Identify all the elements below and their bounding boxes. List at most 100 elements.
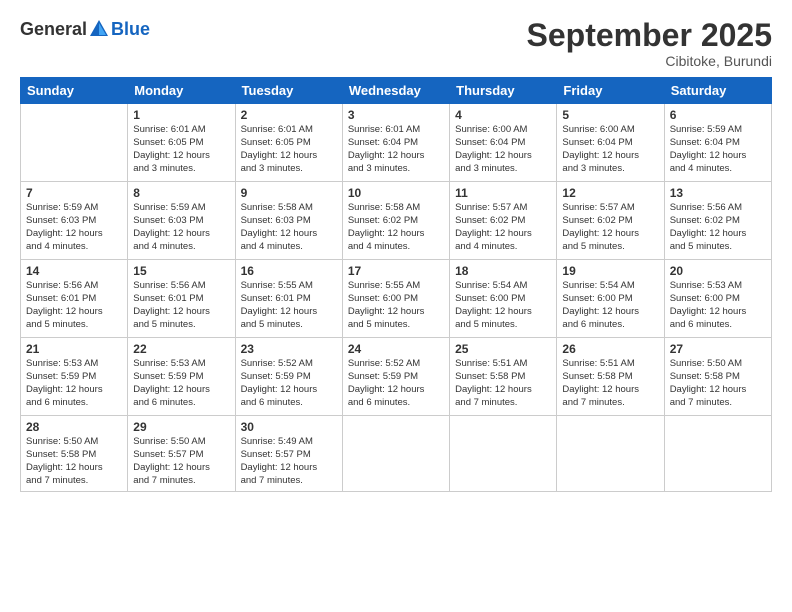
day-number: 16 <box>241 264 337 278</box>
table-row <box>557 416 664 492</box>
day-number: 25 <box>455 342 551 356</box>
table-row: 7 Sunrise: 5:59 AMSunset: 6:03 PMDaylight… <box>21 182 128 260</box>
day-info: Sunrise: 5:50 AMSunset: 5:58 PMDaylight:… <box>670 358 766 409</box>
table-row: 5 Sunrise: 6:00 AMSunset: 6:04 PMDaylight… <box>557 104 664 182</box>
logo-text: General Blue <box>20 18 150 40</box>
day-info: Sunrise: 5:56 AMSunset: 6:01 PMDaylight:… <box>26 280 122 331</box>
day-number: 26 <box>562 342 658 356</box>
day-info: Sunrise: 5:58 AMSunset: 6:02 PMDaylight:… <box>348 202 444 253</box>
day-info: Sunrise: 6:01 AMSunset: 6:04 PMDaylight:… <box>348 124 444 175</box>
day-info: Sunrise: 5:54 AMSunset: 6:00 PMDaylight:… <box>562 280 658 331</box>
header-tuesday: Tuesday <box>235 78 342 104</box>
table-row: 15 Sunrise: 5:56 AMSunset: 6:01 PMDayligh… <box>128 260 235 338</box>
calendar-page: General Blue September 2025 Cibitoke, Bu… <box>0 0 792 612</box>
calendar-header-row: Sunday Monday Tuesday Wednesday Thursday… <box>21 78 772 104</box>
day-info: Sunrise: 5:53 AMSunset: 5:59 PMDaylight:… <box>133 358 229 409</box>
day-info: Sunrise: 5:56 AMSunset: 6:01 PMDaylight:… <box>133 280 229 331</box>
table-row: 16 Sunrise: 5:55 AMSunset: 6:01 PMDayligh… <box>235 260 342 338</box>
logo-general: General <box>20 19 87 40</box>
month-title: September 2025 <box>527 18 772 53</box>
table-row: 4Sunrise: 6:00 AMSunset: 6:04 PMDaylight… <box>450 104 557 182</box>
day-number: 28 <box>26 420 122 434</box>
day-number: 18 <box>455 264 551 278</box>
table-row: 12Sunrise: 5:57 AMSunset: 6:02 PMDayligh… <box>557 182 664 260</box>
day-info: Sunrise: 5:52 AMSunset: 5:59 PMDaylight:… <box>241 358 337 409</box>
table-row: 9 Sunrise: 5:58 AMSunset: 6:03 PMDaylight… <box>235 182 342 260</box>
day-number: 11 <box>455 186 551 200</box>
day-number: 14 <box>26 264 122 278</box>
day-info: Sunrise: 5:54 AMSunset: 6:00 PMDaylight:… <box>455 280 551 331</box>
day-number: 27 <box>670 342 766 356</box>
day-number: 6 <box>670 108 766 122</box>
table-row: 24Sunrise: 5:52 AMSunset: 5:59 PMDayligh… <box>342 338 449 416</box>
calendar-week-row: 7 Sunrise: 5:59 AMSunset: 6:03 PMDaylight… <box>21 182 772 260</box>
day-info: Sunrise: 5:59 AMSunset: 6:03 PMDaylight:… <box>133 202 229 253</box>
header: General Blue September 2025 Cibitoke, Bu… <box>20 18 772 69</box>
day-info: Sunrise: 5:50 AMSunset: 5:58 PMDaylight:… <box>26 436 122 487</box>
day-number: 13 <box>670 186 766 200</box>
table-row: 26 Sunrise: 5:51 AMSunset: 5:58 PMDayligh… <box>557 338 664 416</box>
table-row: 18 Sunrise: 5:54 AMSunset: 6:00 PMDayligh… <box>450 260 557 338</box>
logo: General Blue <box>20 18 150 40</box>
calendar-week-row: 21 Sunrise: 5:53 AMSunset: 5:59 PMDayligh… <box>21 338 772 416</box>
day-info: Sunrise: 5:57 AMSunset: 6:02 PMDaylight:… <box>455 202 551 253</box>
table-row: 11 Sunrise: 5:57 AMSunset: 6:02 PMDayligh… <box>450 182 557 260</box>
day-number: 9 <box>241 186 337 200</box>
header-wednesday: Wednesday <box>342 78 449 104</box>
table-row: 29Sunrise: 5:50 AMSunset: 5:57 PMDayligh… <box>128 416 235 492</box>
day-number: 2 <box>241 108 337 122</box>
table-row: 28 Sunrise: 5:50 AMSunset: 5:58 PMDayligh… <box>21 416 128 492</box>
calendar-week-row: 28 Sunrise: 5:50 AMSunset: 5:58 PMDayligh… <box>21 416 772 492</box>
table-row <box>21 104 128 182</box>
day-number: 5 <box>562 108 658 122</box>
table-row: 23 Sunrise: 5:52 AMSunset: 5:59 PMDayligh… <box>235 338 342 416</box>
day-info: Sunrise: 5:53 AMSunset: 6:00 PMDaylight:… <box>670 280 766 331</box>
table-row: 14 Sunrise: 5:56 AMSunset: 6:01 PMDayligh… <box>21 260 128 338</box>
day-info: Sunrise: 5:59 AMSunset: 6:03 PMDaylight:… <box>26 202 122 253</box>
day-number: 30 <box>241 420 337 434</box>
day-number: 29 <box>133 420 229 434</box>
day-number: 17 <box>348 264 444 278</box>
header-monday: Monday <box>128 78 235 104</box>
table-row: 30 Sunrise: 5:49 AMSunset: 5:57 PMDayligh… <box>235 416 342 492</box>
day-number: 20 <box>670 264 766 278</box>
header-saturday: Saturday <box>664 78 771 104</box>
day-info: Sunrise: 5:59 AMSunset: 6:04 PMDaylight:… <box>670 124 766 175</box>
day-info: Sunrise: 5:52 AMSunset: 5:59 PMDaylight:… <box>348 358 444 409</box>
day-info: Sunrise: 5:51 AMSunset: 5:58 PMDaylight:… <box>455 358 551 409</box>
table-row <box>664 416 771 492</box>
day-number: 23 <box>241 342 337 356</box>
day-number: 19 <box>562 264 658 278</box>
day-number: 15 <box>133 264 229 278</box>
day-info: Sunrise: 6:00 AMSunset: 6:04 PMDaylight:… <box>455 124 551 175</box>
table-row: 17 Sunrise: 5:55 AMSunset: 6:00 PMDayligh… <box>342 260 449 338</box>
table-row <box>450 416 557 492</box>
day-number: 8 <box>133 186 229 200</box>
table-row: 19 Sunrise: 5:54 AMSunset: 6:00 PMDayligh… <box>557 260 664 338</box>
day-number: 3 <box>348 108 444 122</box>
logo-icon <box>88 18 110 40</box>
day-info: Sunrise: 5:58 AMSunset: 6:03 PMDaylight:… <box>241 202 337 253</box>
table-row: 6 Sunrise: 5:59 AMSunset: 6:04 PMDaylight… <box>664 104 771 182</box>
day-number: 7 <box>26 186 122 200</box>
day-info: Sunrise: 5:56 AMSunset: 6:02 PMDaylight:… <box>670 202 766 253</box>
day-info: Sunrise: 5:53 AMSunset: 5:59 PMDaylight:… <box>26 358 122 409</box>
day-info: Sunrise: 5:55 AMSunset: 6:01 PMDaylight:… <box>241 280 337 331</box>
header-friday: Friday <box>557 78 664 104</box>
day-number: 12 <box>562 186 658 200</box>
table-row: 8 Sunrise: 5:59 AMSunset: 6:03 PMDaylight… <box>128 182 235 260</box>
day-info: Sunrise: 5:51 AMSunset: 5:58 PMDaylight:… <box>562 358 658 409</box>
location-subtitle: Cibitoke, Burundi <box>527 53 772 69</box>
table-row: 13 Sunrise: 5:56 AMSunset: 6:02 PMDayligh… <box>664 182 771 260</box>
table-row <box>342 416 449 492</box>
title-block: September 2025 Cibitoke, Burundi <box>527 18 772 69</box>
day-info: Sunrise: 5:49 AMSunset: 5:57 PMDaylight:… <box>241 436 337 487</box>
calendar-table: Sunday Monday Tuesday Wednesday Thursday… <box>20 77 772 492</box>
day-info: Sunrise: 6:01 AMSunset: 6:05 PMDaylight:… <box>133 124 229 175</box>
table-row: 1Sunrise: 6:01 AMSunset: 6:05 PMDaylight… <box>128 104 235 182</box>
day-number: 21 <box>26 342 122 356</box>
day-number: 10 <box>348 186 444 200</box>
header-sunday: Sunday <box>21 78 128 104</box>
day-info: Sunrise: 6:00 AMSunset: 6:04 PMDaylight:… <box>562 124 658 175</box>
day-info: Sunrise: 5:55 AMSunset: 6:00 PMDaylight:… <box>348 280 444 331</box>
